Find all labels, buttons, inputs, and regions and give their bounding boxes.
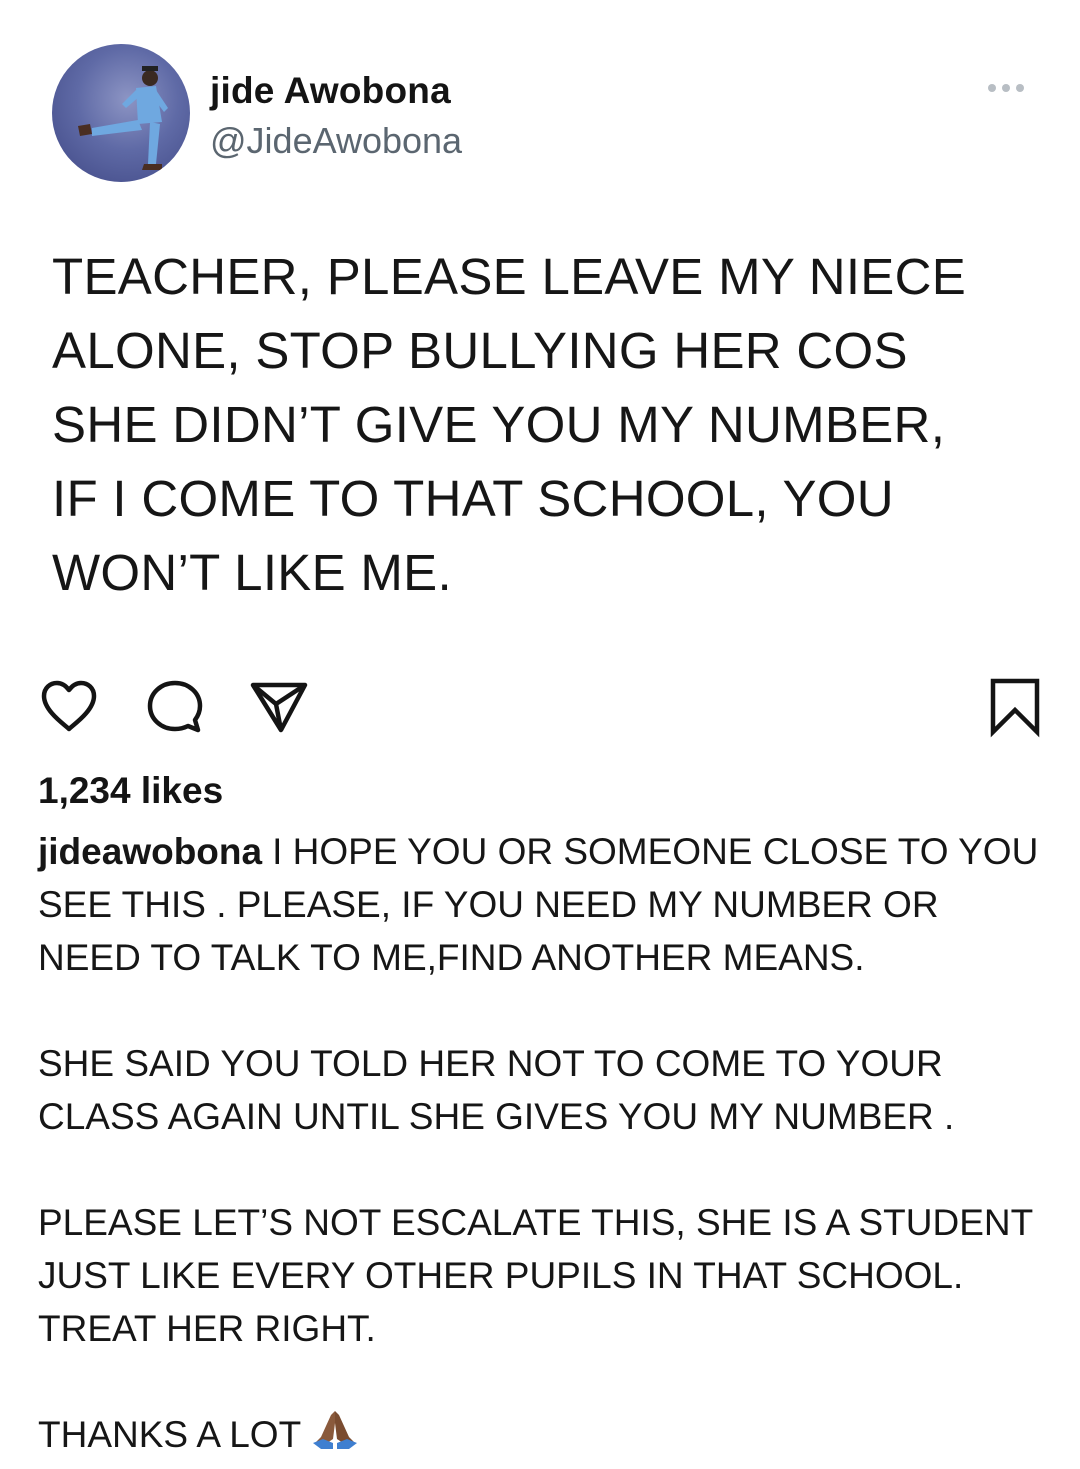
caption-paragraph: SHE SAID YOU TOLD HER NOT TO COME TO YOU… — [38, 1043, 955, 1137]
bookmark-icon[interactable] — [984, 676, 1046, 738]
likes-count[interactable]: 1,234 likes — [38, 770, 223, 812]
action-bar — [38, 676, 1042, 738]
heart-icon[interactable] — [38, 676, 100, 738]
tweet-text: TEACHER, PLEASE LEAVE MY NIECE ALONE, ST… — [52, 248, 967, 601]
caption-paragraph-last: THANKS A LOT — [38, 1408, 1048, 1465]
caption: jideawobona I HOPE YOU OR SOMEONE CLOSE T… — [38, 825, 1048, 1465]
caption-paragraph: PLEASE LET’S NOT ESCALATE THIS, SHE IS A… — [38, 1202, 1034, 1349]
caption-paragraph: jideawobona I HOPE YOU OR SOMEONE CLOSE T… — [38, 825, 1048, 984]
more-icon[interactable] — [986, 82, 1026, 94]
avatar-photo — [78, 66, 168, 170]
paper-plane-icon[interactable] — [248, 676, 310, 738]
avatar[interactable] — [52, 44, 190, 182]
display-name[interactable]: jide Awobona — [210, 70, 451, 112]
caption-text: THANKS A LOT — [38, 1414, 302, 1455]
tweet-header: jide Awobona @JideAwobona — [52, 44, 1042, 184]
praying-hands-icon — [311, 1409, 359, 1465]
comment-icon[interactable] — [144, 676, 206, 738]
user-handle[interactable]: @JideAwobona — [210, 120, 462, 162]
caption-username[interactable]: jideawobona — [38, 831, 262, 872]
